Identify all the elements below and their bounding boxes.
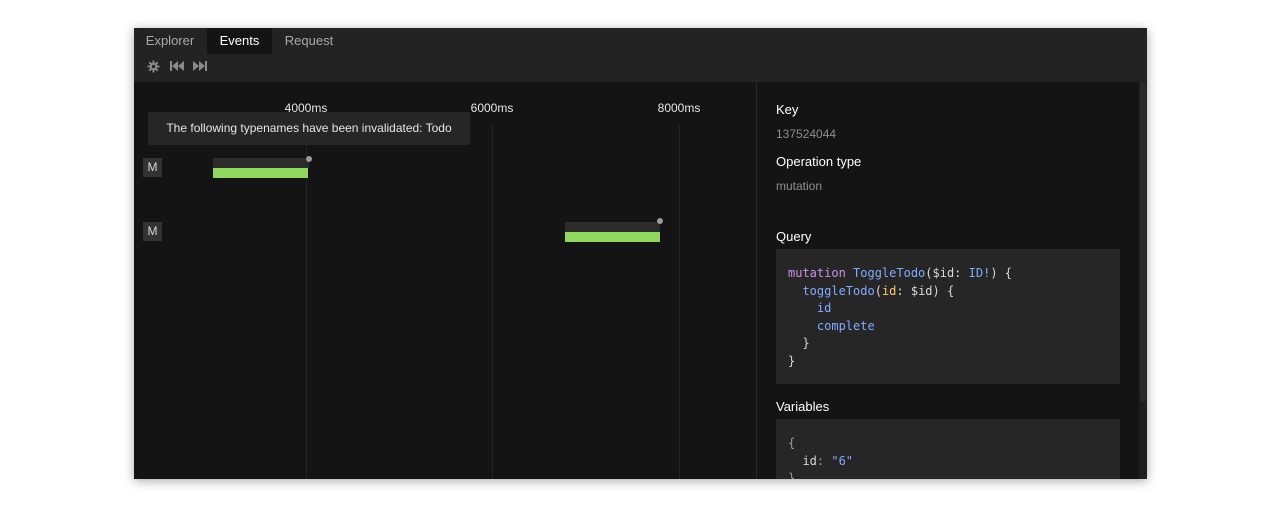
key-heading: Key: [776, 102, 799, 117]
code-token: (: [874, 283, 882, 298]
code-token: : $id) {: [896, 283, 955, 298]
gear-icon[interactable]: [147, 60, 160, 74]
mutation-badge: M: [143, 222, 162, 241]
event-marker-dot[interactable]: [657, 218, 663, 224]
events-timeline[interactable]: 4000ms 6000ms 8000ms The following typen…: [134, 82, 756, 479]
tick-label: 8000ms: [657, 101, 701, 115]
code-token: ($id:: [925, 266, 969, 280]
devtools-window: Explorer Events Request 4000ms 6000ms 80…: [134, 28, 1147, 479]
code-token: }: [788, 353, 796, 368]
code-token: ) {: [990, 266, 1013, 280]
variables-heading: Variables: [776, 399, 830, 414]
code-token: }: [788, 471, 796, 479]
code-token: ID!: [968, 266, 991, 280]
code-token: ToggleTodo: [853, 266, 926, 280]
operation-type-heading: Operation type: [776, 154, 862, 169]
code-token: mutation: [788, 266, 846, 280]
detail-scrollbar[interactable]: [1139, 82, 1147, 479]
query-heading: Query: [776, 229, 812, 244]
key-value: 137524044: [776, 127, 837, 141]
gridline: [492, 125, 493, 479]
event-bar[interactable]: [565, 232, 660, 242]
scrollbar-thumb[interactable]: [1140, 82, 1146, 402]
code-token: id: [802, 453, 817, 468]
code-token: :: [816, 453, 832, 468]
invalidation-tooltip: The following typenames have been invali…: [148, 112, 470, 145]
event-detail-panel: Key 137524044 Operation type mutation Qu…: [757, 82, 1139, 479]
skip-back-icon[interactable]: [170, 60, 185, 74]
skip-forward-icon[interactable]: [192, 60, 207, 74]
query-code-block: mutation ToggleTodo($id: ID!) { toggleTo…: [776, 249, 1120, 384]
code-token: }: [802, 336, 810, 350]
operation-type-value: mutation: [776, 179, 823, 193]
tab-request[interactable]: Request: [273, 28, 345, 54]
tab-explorer[interactable]: Explorer: [134, 28, 206, 54]
event-bar-track: [565, 222, 660, 232]
code-token: toggleTodo: [802, 283, 875, 298]
event-bar-track: [213, 158, 309, 168]
top-bar: Explorer Events Request: [134, 28, 1147, 82]
code-token: "6": [831, 453, 854, 468]
mutation-badge: M: [143, 158, 162, 177]
gridline: [306, 125, 307, 479]
variables-code-block: { id: "6" }: [776, 419, 1120, 479]
event-marker-dot[interactable]: [306, 156, 312, 162]
tab-events[interactable]: Events: [207, 28, 272, 54]
code-token: id: [881, 283, 897, 298]
code-token: complete: [816, 318, 875, 333]
code-token: id: [816, 301, 832, 315]
gridline: [679, 125, 680, 479]
tick-label: 6000ms: [470, 101, 514, 115]
event-bar[interactable]: [213, 168, 308, 178]
code-token: {: [788, 436, 796, 450]
